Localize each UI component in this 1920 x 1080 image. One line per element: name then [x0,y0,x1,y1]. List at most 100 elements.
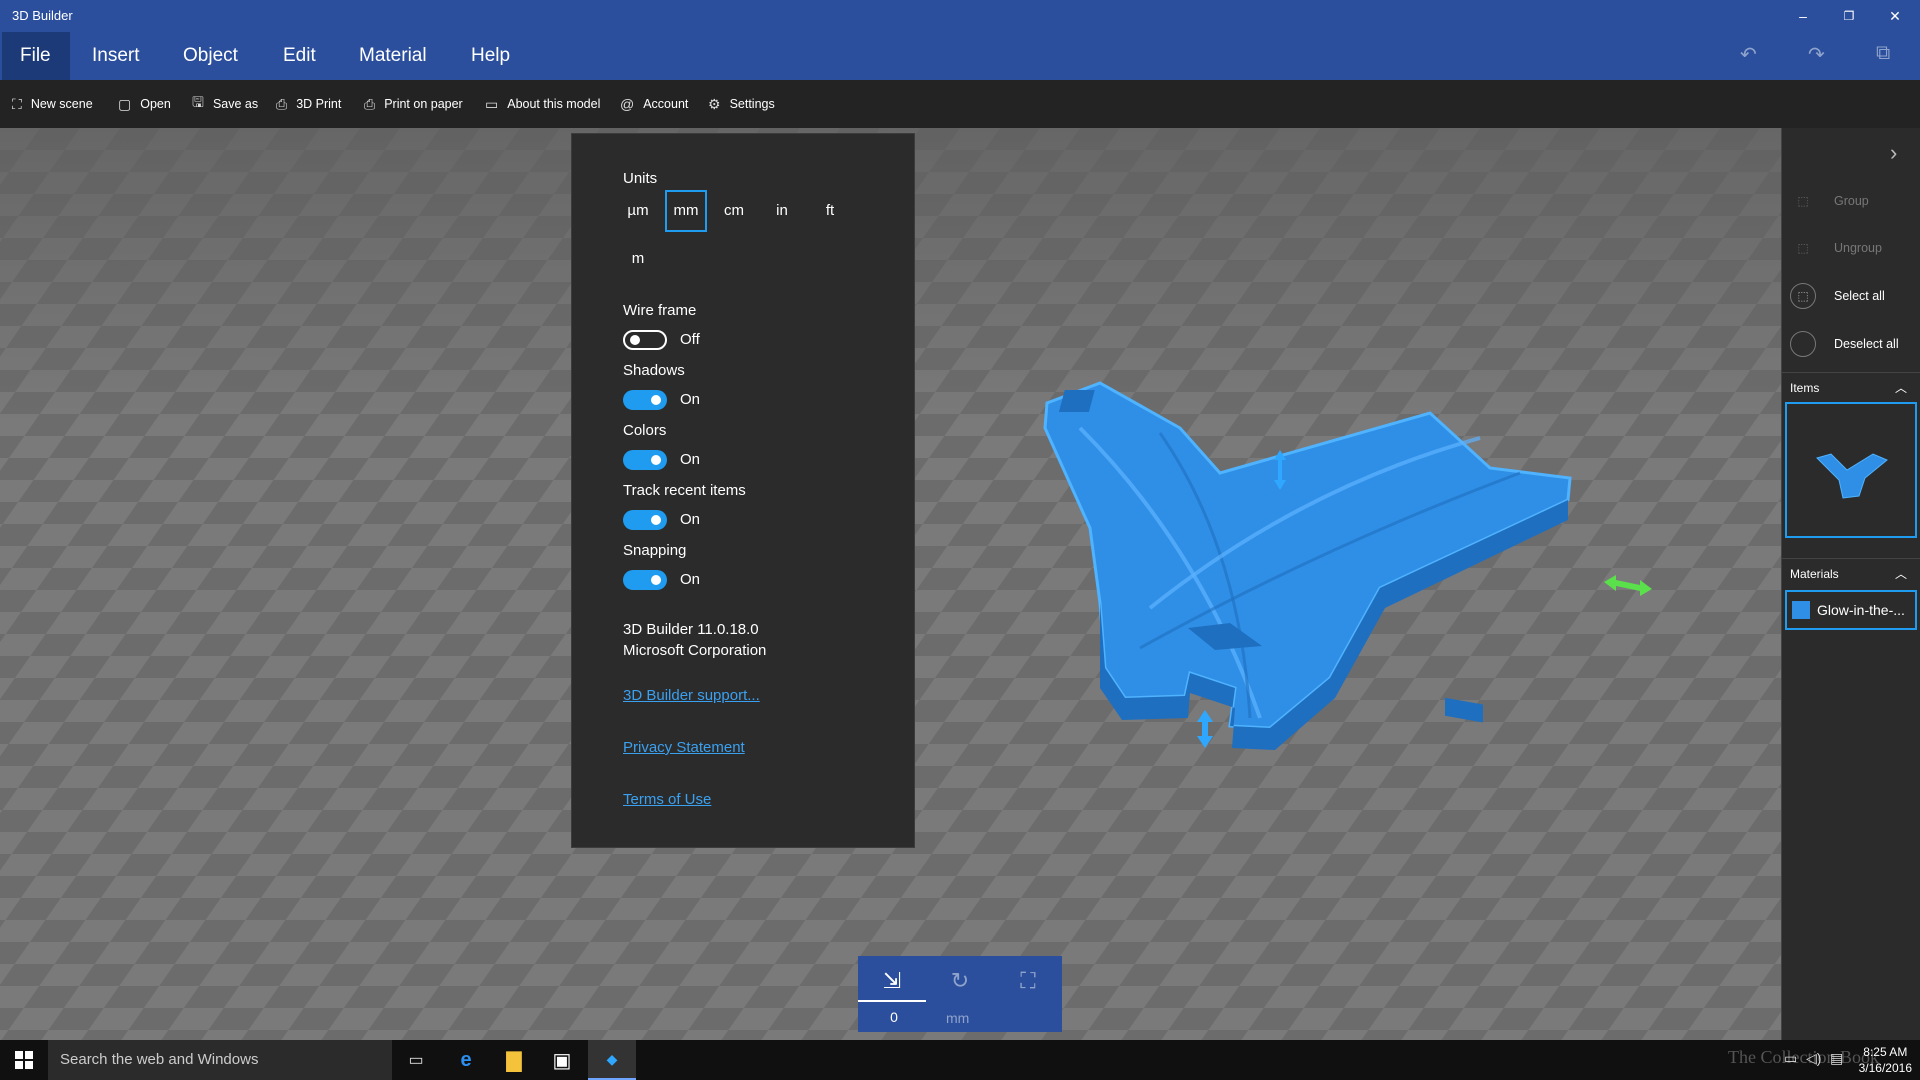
items-label: Items [1790,380,1820,395]
deselect-all-label: Deselect all [1834,337,1899,351]
ungroup-label: Ungroup [1834,241,1882,255]
account-icon: @ [620,96,635,112]
menu-bar: File Insert Object Edit Material Help ↶ … [0,32,1920,80]
3d-builder-taskbar-icon[interactable]: ◆ [588,1040,636,1080]
store-icon[interactable]: ▣ [538,1040,586,1080]
toolbar: ⛶ New scene ▢ Open 🖫 Save as ⎙ 3D Print ⎙ Pri… [0,80,1920,128]
menu-material[interactable]: Material [341,32,445,80]
3d-print-label: 3D Print [296,97,342,111]
unit-cm[interactable]: cm [713,190,755,232]
3d-print-button[interactable]: ⎙ 3D Print [276,94,341,114]
snapping-label: Snapping [623,542,687,559]
support-link[interactable]: 3D Builder support... [623,687,760,704]
chevron-up-icon: ︿ [1894,381,1907,395]
unit-um[interactable]: µm [617,190,659,232]
start-button[interactable] [0,1040,48,1080]
item-thumbnail[interactable] [1785,402,1917,538]
ungroup-button[interactable]: ⬚ Ungroup [1790,233,1882,263]
shadows-toggle[interactable] [623,390,667,410]
material-swatch [1792,601,1810,619]
menu-insert[interactable]: Insert [74,32,158,80]
taskbar-search-input[interactable]: Search the web and Windows [48,1040,392,1080]
chevron-right-icon[interactable]: › [1890,140,1897,166]
wireframe-toggle[interactable] [623,330,667,350]
shadows-label: Shadows [623,362,685,379]
open-button[interactable]: ▢ Open [118,94,171,114]
settings-label: Settings [729,97,775,111]
save-icon: 🖫 [192,94,204,110]
unit-mm[interactable]: mm [665,190,707,232]
about-model-label: About this model [507,97,601,111]
clock-date: 3/16/2016 [1858,1061,1912,1075]
ungroup-icon: ⬚ [1797,241,1809,255]
move-icon[interactable]: ⇲ [868,964,916,998]
print-on-paper-label: Print on paper [384,97,463,111]
close-button[interactable]: ✕ [1872,0,1918,32]
track-recent-label: Track recent items [623,482,746,499]
shadows-state: On [680,391,701,408]
volume-icon[interactable]: ◁) [1806,1050,1821,1067]
clock-time: 8:25 AM [1863,1045,1908,1059]
new-scene-button[interactable]: ⛶ New scene [12,94,93,114]
minimize-button[interactable]: – [1780,0,1826,32]
app-title: 3D Builder [12,8,73,23]
group-button[interactable]: ⬚ Group [1790,186,1869,216]
menu-file[interactable]: File [2,32,70,80]
menu-object[interactable]: Object [165,32,256,80]
about-model-button[interactable]: ▭ About this model [485,94,600,114]
title-bar: 3D Builder – ❐ ✕ [0,0,1920,32]
move-value-input[interactable]: 0 [884,1009,904,1025]
rotate-icon[interactable]: ↻ [936,964,984,998]
restore-button[interactable]: ❐ [1826,0,1872,32]
save-as-button[interactable]: 🖫 Save as [192,94,258,114]
info-icon: ▭ [485,95,499,112]
chevron-up-icon: ︿ [1894,567,1907,581]
file-explorer-icon[interactable]: ▇ [490,1040,538,1080]
deselect-all-icon [1790,331,1816,357]
menu-edit[interactable]: Edit [265,32,334,80]
privacy-link[interactable]: Privacy Statement [623,739,745,756]
redo-icon[interactable]: ↷ [1808,42,1825,67]
scale-icon[interactable]: ⛶ [1004,964,1052,998]
settings-button[interactable]: ⚙ Settings [708,94,775,114]
select-all-button[interactable]: ⬚ Select all [1790,281,1885,311]
save-as-label: Save as [212,97,259,111]
colors-toggle[interactable] [623,450,667,470]
network-icon[interactable]: ▭ [1784,1050,1797,1067]
view-icon[interactable]: ⧉ [1876,42,1890,65]
track-recent-state: On [680,511,701,528]
wireframe-label: Wire frame [623,302,697,319]
unit-ft[interactable]: ft [809,190,851,232]
select-all-icon: ⬚ [1790,283,1816,309]
account-button[interactable]: @ Account [620,94,688,114]
3d-print-icon: ⎙ [276,95,288,112]
toggle-knob [651,575,661,585]
version-text: 3D Builder 11.0.18.0 [623,621,759,638]
company-text: Microsoft Corporation [623,642,767,659]
group-label: Group [1834,194,1869,208]
move-control: ⇲ ↻ ⛶ 0 mm [858,956,1062,1032]
units-label: Units [623,170,658,187]
menu-help[interactable]: Help [453,32,528,80]
unit-in[interactable]: in [761,190,803,232]
print-on-paper-button[interactable]: ⎙ Print on paper [364,94,463,114]
undo-icon[interactable]: ↶ [1740,42,1757,67]
material-name: Glow-in-the-... [1817,602,1905,618]
materials-header[interactable]: Materials ︿ [1782,558,1920,588]
task-view-icon[interactable]: ▭ [392,1040,440,1080]
windows-logo-icon [15,1051,33,1069]
wireframe-state: Off [680,331,700,348]
edge-browser-icon[interactable]: e [442,1040,490,1080]
material-item[interactable]: Glow-in-the-... [1785,590,1917,630]
notification-icon[interactable]: ▤ [1830,1050,1843,1067]
unit-m[interactable]: m [617,238,659,280]
snapping-toggle[interactable] [623,570,667,590]
items-header[interactable]: Items ︿ [1782,372,1920,402]
account-label: Account [643,97,689,111]
new-scene-icon: ⛶ [12,95,22,112]
clock[interactable]: 8:25 AM 3/16/2016 [1859,1044,1912,1076]
track-recent-toggle[interactable] [623,510,667,530]
open-label: Open [140,97,171,111]
deselect-all-button[interactable]: Deselect all [1790,329,1899,359]
terms-link[interactable]: Terms of Use [623,791,711,808]
